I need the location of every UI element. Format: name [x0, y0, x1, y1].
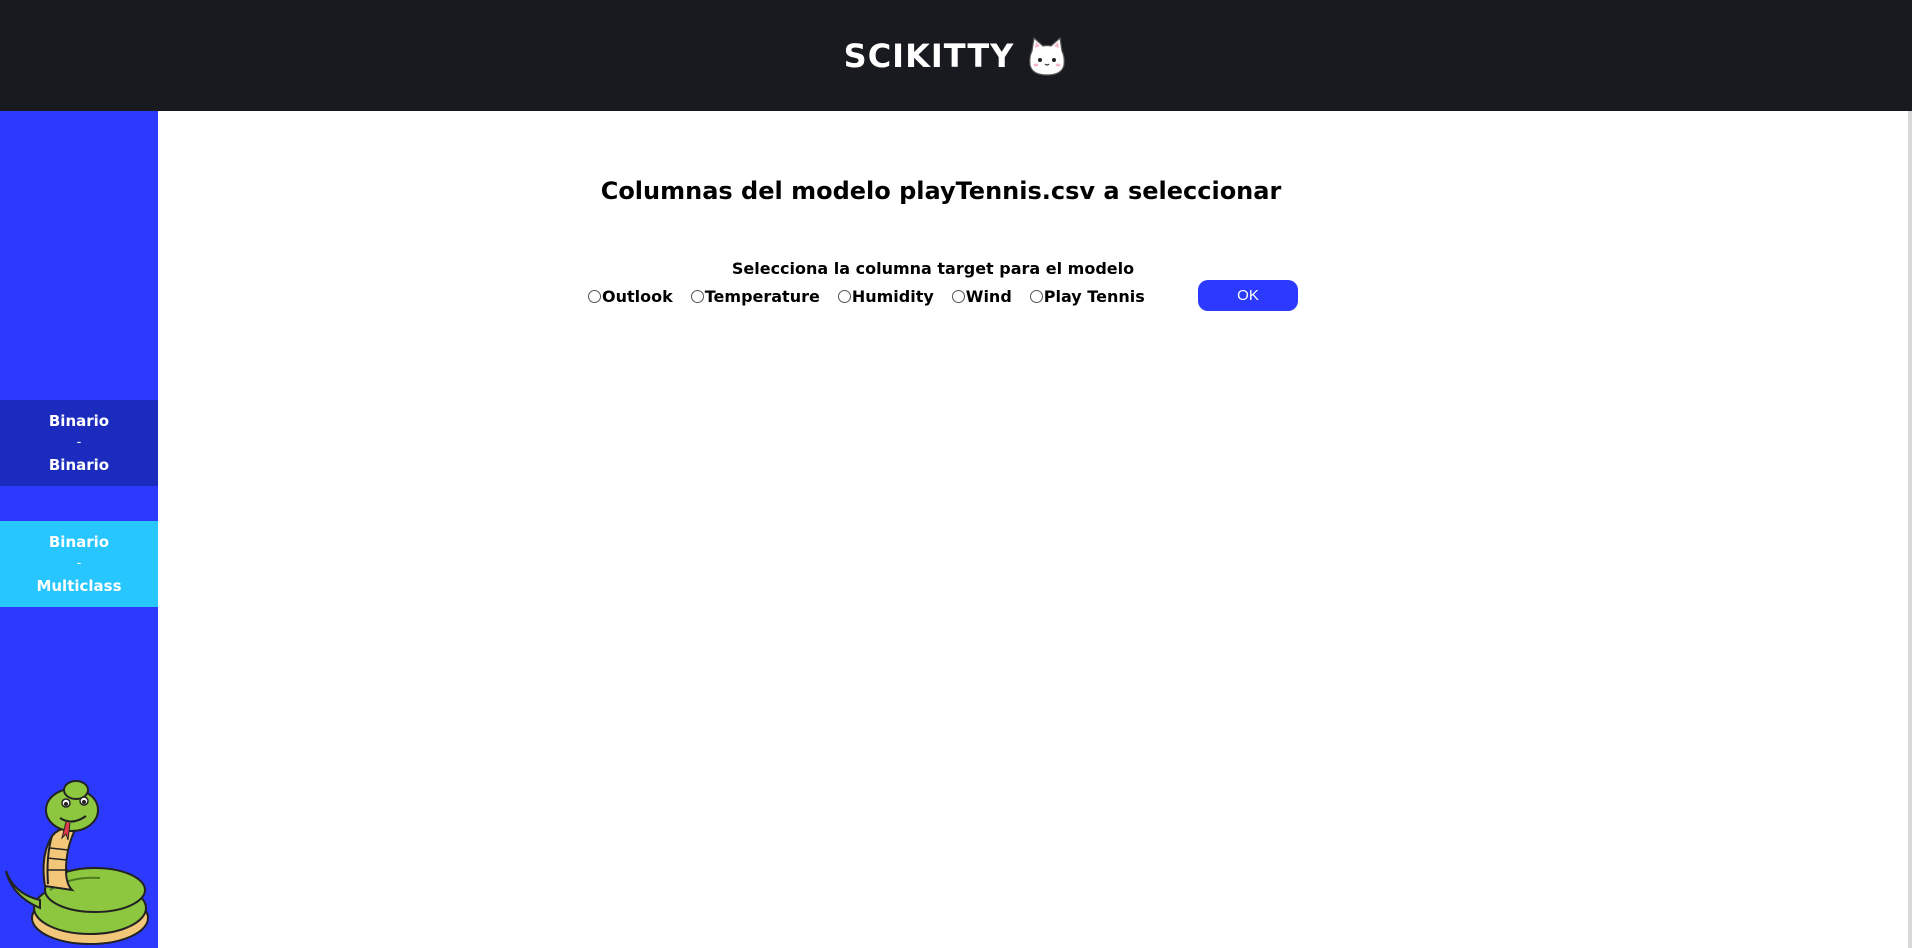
- scrollbar[interactable]: [1908, 111, 1912, 948]
- sidebar: Binario - Binario Binario - Multiclass: [0, 111, 158, 948]
- sidebar-item-label-line2: Binario: [48, 456, 110, 474]
- radio-option-humidity[interactable]: Humidity: [837, 286, 934, 306]
- radio-option-wind[interactable]: Wind: [951, 286, 1012, 306]
- snake-mascot: [5, 780, 149, 945]
- radio-button[interactable]: [951, 289, 965, 303]
- column-radio-group: Outlook Temperature Humidity Wind Play T…: [588, 286, 1163, 306]
- sidebar-item-label-line2: Multiclass: [36, 577, 122, 595]
- main-content: Columnas del modelo playTennis.csv a sel…: [158, 111, 1908, 948]
- radio-button[interactable]: [588, 289, 601, 303]
- target-column-prompt: Selecciona la columna target para el mod…: [731, 259, 1135, 278]
- radio-option-outlook[interactable]: Outlook: [588, 287, 673, 306]
- sidebar-item-binario-binario[interactable]: Binario - Binario: [0, 400, 158, 486]
- brand: SCIKITTY: [844, 35, 1069, 77]
- ok-button[interactable]: OK: [1198, 280, 1298, 311]
- page-title: Columnas del modelo playTennis.csv a sel…: [600, 177, 1282, 205]
- radio-button[interactable]: [837, 289, 851, 303]
- radio-label: Play Tennis: [1043, 286, 1145, 306]
- cat-face-icon: [1029, 36, 1066, 76]
- app-title: SCIKITTY: [843, 36, 1015, 75]
- radio-label: Wind: [965, 286, 1012, 306]
- radio-option-temperature[interactable]: Temperature: [690, 286, 820, 306]
- radio-option-play-tennis[interactable]: Play Tennis: [1029, 286, 1145, 306]
- radio-button[interactable]: [690, 289, 704, 303]
- sidebar-item-separator: -: [76, 556, 82, 571]
- radio-button[interactable]: [1029, 289, 1043, 303]
- radio-label: Outlook: [602, 286, 673, 306]
- top-header: SCIKITTY: [0, 0, 1912, 111]
- sidebar-item-label-line1: Binario: [48, 533, 110, 551]
- sidebar-item-binario-multiclass[interactable]: Binario - Multiclass: [0, 521, 158, 607]
- sidebar-item-label-line1: Binario: [48, 412, 110, 430]
- radio-label: Humidity: [851, 286, 934, 306]
- radio-label: Temperature: [704, 286, 820, 306]
- sidebar-item-separator: -: [76, 435, 82, 450]
